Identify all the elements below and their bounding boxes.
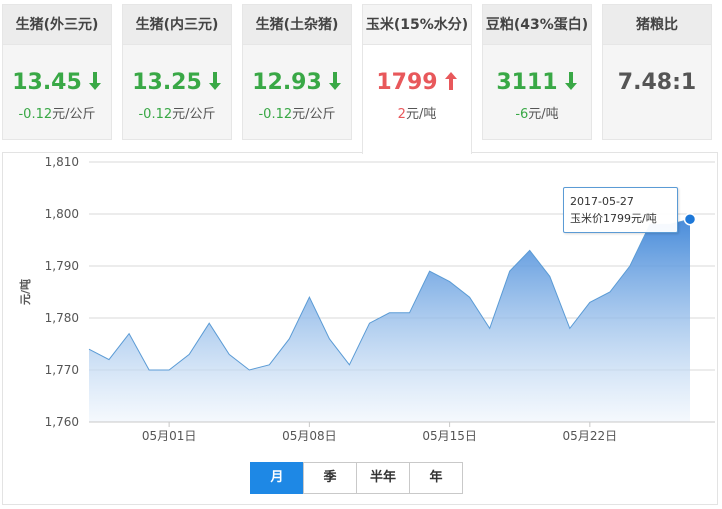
y-tick-label: 1,780 [45,311,79,325]
tile-value-text: 7.48:1 [617,70,697,95]
tile-pig-external[interactable]: 生猪(外三元) 13.45 -0.12元/公斤 [2,4,112,140]
range-selector: 月 季 半年 年 [250,462,463,494]
tile-title: 生猪(外三元) [3,5,111,45]
x-tick-label: 05月08日 [282,429,337,443]
tile-soybean-meal[interactable]: 豆粕(43%蛋白) 3111 -6元/吨 [482,4,592,140]
tile-change-value: -0.12 [138,107,173,122]
y-tick-label: 1,760 [45,415,79,429]
y-tick-label: 1,800 [45,207,79,221]
x-tick-label: 05月15日 [422,429,477,443]
highlight-point [683,212,697,226]
arrow-up-icon [444,72,457,90]
x-tick-label: 05月01日 [142,429,197,443]
tile-corn[interactable]: 玉米(15%水分) 1799 2元/吨 [362,4,472,154]
x-tick-label: 05月22日 [563,429,618,443]
price-tiles: 生猪(外三元) 13.45 -0.12元/公斤 生猪(内三元) 13.25 -0… [0,0,722,154]
tile-change-unit: 元/吨 [405,107,437,122]
tile-title: 生猪(内三元) [123,5,231,45]
tile-change-unit: 元/吨 [528,107,559,122]
tile-change-value: 2 [397,107,406,122]
area-fill [89,219,690,422]
tile-title: 玉米(15%水分) [363,5,471,45]
tile-pig-mixed[interactable]: 生猪(土杂猪) 12.93 -0.12元/公斤 [242,4,352,140]
tile-change-unit: 元/公斤 [292,107,336,122]
tile-pig-internal[interactable]: 生猪(内三元) 13.25 -0.12元/公斤 [122,4,232,140]
arrow-down-icon [328,72,341,90]
chart-tooltip: 2017-05-27 玉米价1799元/吨 [563,187,678,233]
tile-value-text: 13.25 [132,70,202,95]
range-button-month[interactable]: 月 [250,462,304,494]
tile-value: 13.25 [123,69,231,97]
tile-change-unit: 元/公斤 [172,107,216,122]
tile-change: -6元/吨 [483,103,591,122]
tile-pig-grain-ratio[interactable]: 猪粮比 7.48:1 [602,4,712,140]
tile-value-text: 1799 [376,70,438,95]
range-button-half-year[interactable]: 半年 [356,462,410,494]
tile-title: 豆粕(43%蛋白) [483,5,591,45]
tile-change: -0.12元/公斤 [3,103,111,122]
tile-value-text: 13.45 [12,70,82,95]
tile-value: 3111 [483,69,591,97]
tile-change-value: -6 [515,107,529,122]
tile-change-unit: 元/公斤 [52,107,96,122]
tile-value: 1799 [363,69,471,97]
range-button-quarter[interactable]: 季 [303,462,357,494]
tooltip-text: 玉米价1799元/吨 [570,212,657,225]
tile-change: -0.12元/公斤 [243,103,351,122]
tooltip-date: 2017-05-27 [570,195,634,208]
tile-value-text: 12.93 [252,70,322,95]
tile-title: 生猪(土杂猪) [243,5,351,45]
arrow-down-icon [208,72,221,90]
arrow-down-icon [564,72,577,90]
tile-title: 猪粮比 [603,5,711,45]
tile-change: -0.12元/公斤 [123,103,231,122]
tile-value-text: 3111 [496,70,558,95]
y-tick-label: 1,790 [45,259,79,273]
arrow-down-icon [88,72,101,90]
tile-change: 2元/吨 [363,103,471,122]
y-axis-label: 元/吨 [18,279,32,305]
tile-value: 13.45 [3,69,111,97]
tile-change-value: -0.12 [18,107,53,122]
y-tick-label: 1,810 [45,155,79,169]
range-button-year[interactable]: 年 [409,462,463,494]
y-tick-label: 1,770 [45,363,79,377]
tile-value: 12.93 [243,69,351,97]
tile-value: 7.48:1 [603,69,711,97]
tile-change-value: -0.12 [258,107,293,122]
